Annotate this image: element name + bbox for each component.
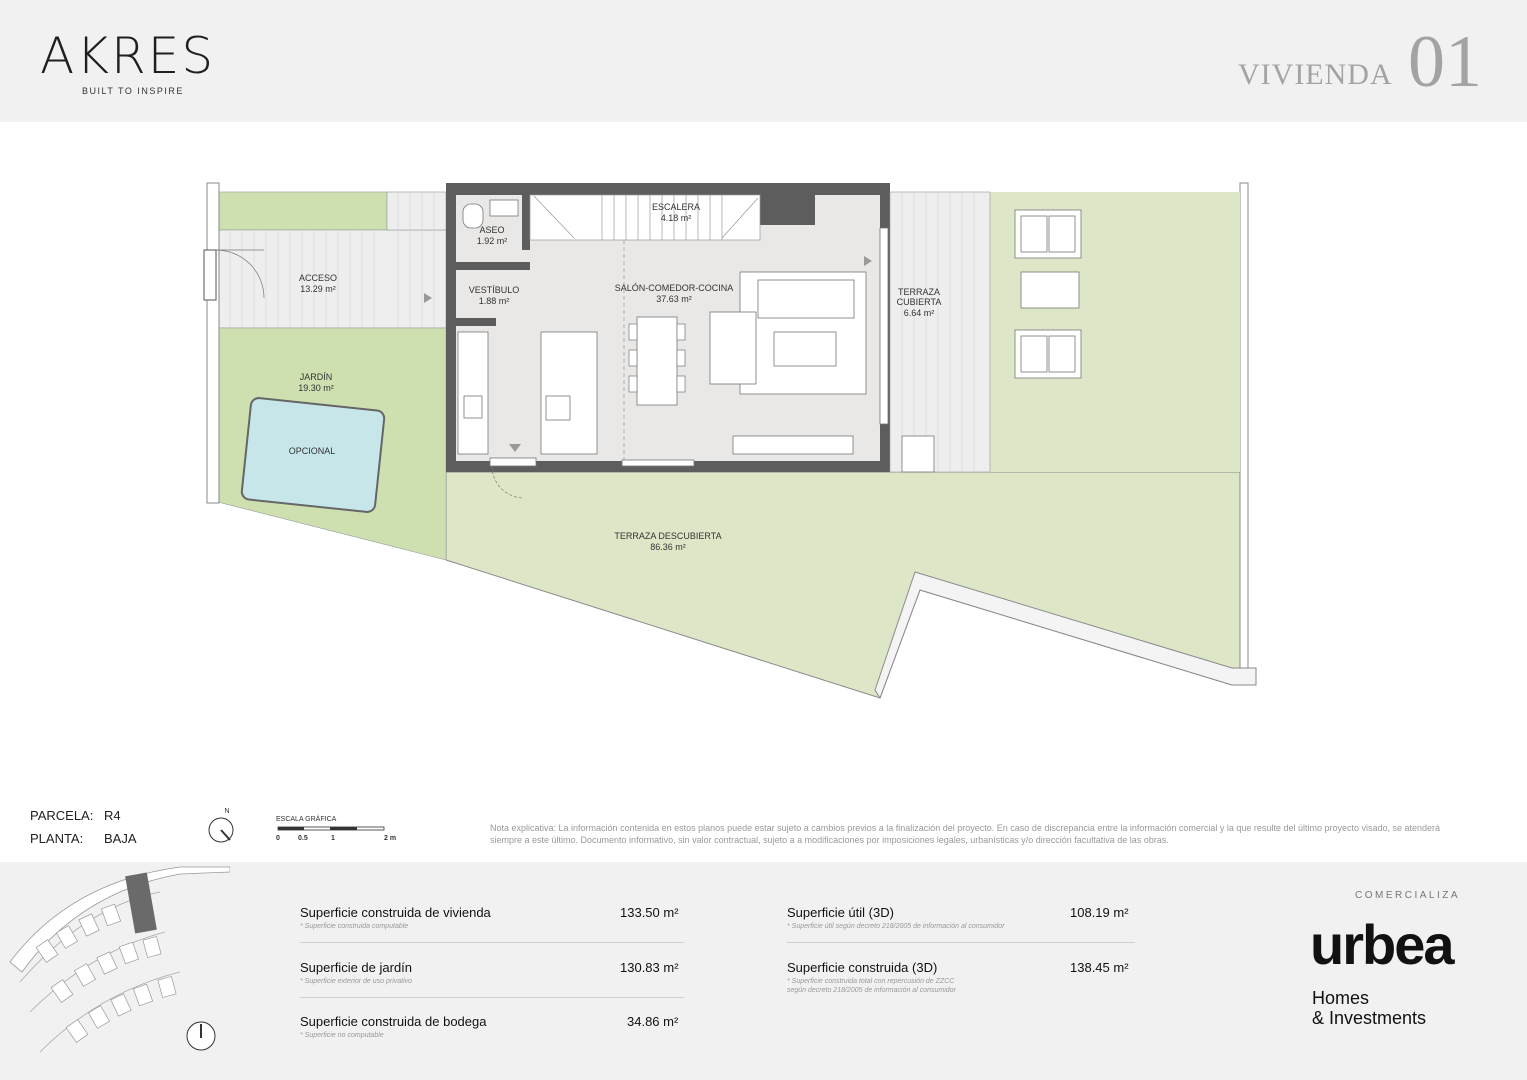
vestibulo-area: 1.88 m² — [479, 296, 510, 306]
metric-label: Superficie de jardín — [300, 960, 413, 975]
scale-bar: ESCALA GRÁFICA 0 0.5 1 2 m — [276, 814, 396, 842]
acceso-label: ACCESO — [299, 273, 337, 283]
acceso-deck-upper — [386, 191, 447, 231]
unit-label: VIVIENDA — [1238, 58, 1393, 91]
armchair — [709, 311, 757, 385]
sofa — [757, 279, 855, 319]
comercializa-label: COMERCIALIZA — [1355, 890, 1461, 901]
site-minimap — [9, 866, 230, 1053]
terraza-cubierta-label-1: TERRAZA — [898, 287, 940, 297]
metric-label: Superficie útil (3D) — [787, 905, 894, 920]
west-wall — [206, 182, 220, 504]
metric-value: 130.83 m² — [620, 960, 679, 975]
terraza-cubierta-label-2: CUBIERTA — [897, 297, 942, 307]
metric-note: * Superficie no computable — [300, 1032, 384, 1039]
logo-tagline: BUILT TO INSPIRE — [82, 86, 184, 96]
vestibulo-label: VESTÍBULO — [469, 285, 520, 295]
scale-tick-05: 0.5 — [298, 835, 308, 842]
highlighted-plot — [125, 872, 157, 934]
north-label: N — [224, 808, 229, 815]
stair-wall — [760, 195, 815, 225]
bbq — [901, 435, 935, 473]
kitchen-island — [540, 331, 598, 455]
entrance-gate — [203, 249, 217, 301]
sun-loungers — [1014, 209, 1082, 379]
terraza-cubierta-area: 6.64 m² — [904, 308, 935, 318]
divider — [300, 942, 684, 943]
scale-tick-0: 0 — [276, 835, 280, 842]
metric-value: 138.45 m² — [1070, 960, 1129, 975]
metric-note: * Superficie exterior de uso privativo — [300, 978, 413, 985]
vestibulo-wall — [456, 318, 496, 326]
jardin-label: JARDÍN — [300, 372, 333, 382]
metric-note-2: según decreto 218/2005 de información al… — [787, 987, 956, 994]
parcela-value: R4 — [104, 808, 121, 823]
parcela-row: PARCELA: R4 — [30, 808, 121, 823]
kitchen-sink — [463, 395, 483, 419]
escalera-area: 4.18 m² — [661, 213, 692, 223]
jardin-area: 19.30 m² — [298, 383, 334, 393]
explanatory-note: Nota explicativa: La información conteni… — [490, 823, 1441, 845]
tv-unit — [732, 435, 854, 455]
aseo-wall — [456, 262, 530, 270]
kitchen-counter-wall — [457, 331, 489, 455]
divider — [300, 997, 684, 998]
floor-plan: ACCESO 13.29 m² ASEO 1.92 m² ESCALERA 4.… — [203, 182, 1257, 700]
front-door — [489, 457, 537, 467]
unit-number: 01 — [1408, 21, 1482, 103]
terraza-descubierta-area: 86.36 m² — [650, 542, 686, 552]
dining-table — [636, 316, 678, 406]
planta-row: PLANTA: BAJA — [30, 831, 137, 846]
urbea-logo: urbea — [1310, 913, 1454, 976]
metric-label: Superficie construida de bodega — [300, 1014, 487, 1029]
planta-label: PLANTA: — [30, 831, 84, 846]
escalera-label: ESCALERA — [652, 202, 700, 212]
north-arrow-icon: N — [208, 808, 234, 843]
cooktop — [545, 395, 571, 421]
sliding-door — [621, 459, 695, 467]
urbea-tagline: Homes & Investments — [1312, 988, 1426, 1028]
metric-note: * Superficie útil según decreto 218/2005… — [787, 923, 1005, 930]
salon-label: SALÓN-COMEDOR-COCINA — [615, 283, 734, 293]
terraza-descubierta-label: TERRAZA DESCUBIERTA — [614, 531, 721, 541]
metric-label: Superficie construida de vivienda — [300, 905, 491, 920]
metric-label: Superficie construida (3D) — [787, 960, 938, 975]
jardin-top-strip — [218, 191, 388, 231]
terrace-window — [879, 227, 889, 425]
scale-title: ESCALA GRÁFICA — [276, 814, 337, 823]
metric-value: 133.50 m² — [620, 905, 679, 920]
aseo-side-wall — [522, 195, 530, 250]
stair-void — [530, 195, 760, 240]
akres-logo: AKRES — [40, 27, 216, 85]
coffee-table — [773, 331, 837, 367]
metric-value: 108.19 m² — [1070, 905, 1129, 920]
east-boundary-wall — [1239, 182, 1249, 669]
divider — [787, 942, 1135, 943]
acceso-area: 13.29 m² — [300, 284, 336, 294]
metric-note: * Superficie construida computable — [300, 923, 409, 930]
metric-note: * Superficie construida total con reperc… — [787, 978, 955, 985]
aseo-label: ASEO — [479, 225, 504, 235]
urbea-tagline-2: & Investments — [1312, 1008, 1427, 1028]
metric-value: 34.86 m² — [627, 1014, 679, 1029]
planta-value: BAJA — [104, 831, 137, 846]
scale-tick-2: 2 m — [384, 835, 396, 842]
scale-tick-1: 1 — [331, 835, 335, 842]
urbea-tagline-1: Homes — [1312, 988, 1370, 1008]
washbasin — [489, 199, 519, 217]
terraza-cubierta-deck — [889, 191, 991, 473]
aseo-area: 1.92 m² — [477, 236, 508, 246]
salon-area: 37.63 m² — [656, 294, 692, 304]
parcela-label: PARCELA: — [30, 808, 94, 823]
pool-label: OPCIONAL — [289, 446, 336, 456]
page-header: AKRES BUILT TO INSPIRE VIVIENDA 01 — [0, 0, 1527, 122]
